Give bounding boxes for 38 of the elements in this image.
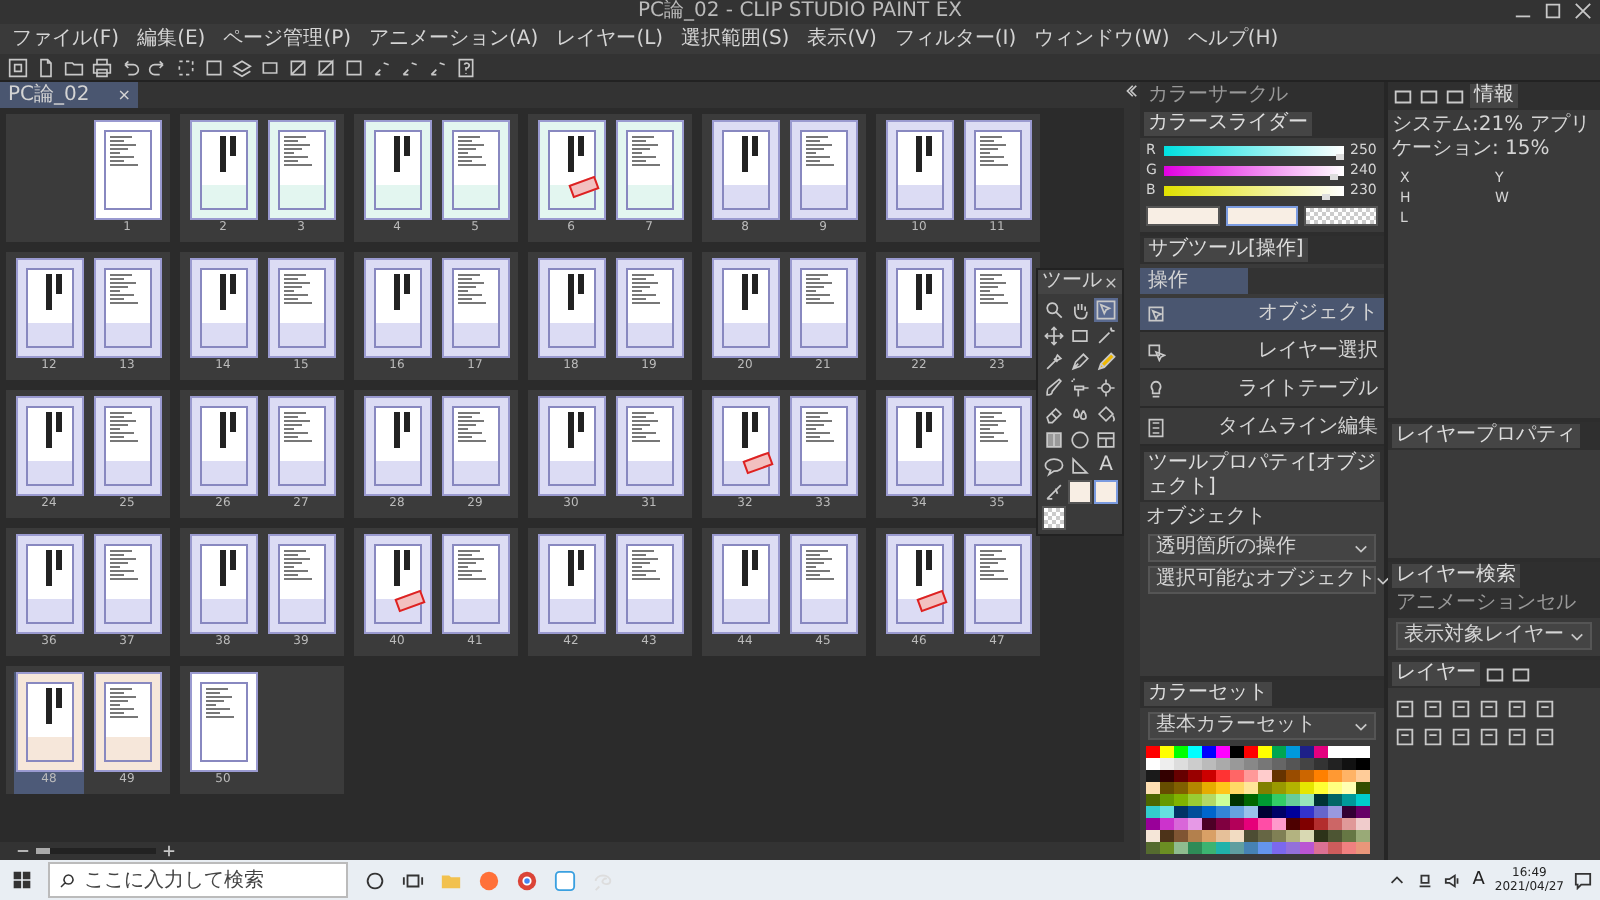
panel-tab[interactable]: レイヤー xyxy=(1392,662,1480,686)
dropdown[interactable]: 表示対象レイヤー xyxy=(1396,622,1592,650)
menu-item[interactable]: 選択範囲(S) xyxy=(681,25,790,53)
menu-item[interactable]: フィルター(I) xyxy=(894,25,1017,53)
document-tab[interactable]: PC論_02 × xyxy=(0,82,139,108)
sub-tool-item[interactable]: ライトテーブル xyxy=(1140,374,1384,408)
panel-tab[interactable]: サブツール[操作] xyxy=(1144,238,1308,262)
palette-title: ツール xyxy=(1042,270,1102,294)
panel-tab[interactable]: カラーセット xyxy=(1144,682,1272,706)
tab-close-button[interactable]: × xyxy=(117,85,131,105)
menu-item[interactable]: ファイル(F) xyxy=(12,25,120,53)
panel-tab[interactable]: レイヤー検索 xyxy=(1392,564,1520,588)
menu-item[interactable]: 編集(E) xyxy=(137,25,206,53)
dropdown[interactable]: 透明箇所の操作 xyxy=(1148,534,1376,562)
panel-tab[interactable]: レイヤープロパティ xyxy=(1392,424,1580,448)
panel-tab[interactable]: カラースライダー xyxy=(1144,112,1312,136)
menu-item[interactable]: レイヤー(L) xyxy=(556,25,664,53)
menu-item[interactable]: 表示(V) xyxy=(807,25,877,53)
usage-text: システム:21% アプリケーション: 15% xyxy=(1390,114,1592,162)
text-tool-button[interactable]: A xyxy=(1094,454,1118,478)
search-field[interactable]: ここに入力して検索 xyxy=(48,862,348,898)
window-title: PC論_02 - CLIP STUDIO PAINT EX xyxy=(637,0,962,24)
sub-tool-item[interactable]: レイヤー選択 xyxy=(1140,336,1384,370)
info-tab[interactable]: 情報 xyxy=(1470,84,1518,108)
menu-item[interactable]: ウィンドウ(W) xyxy=(1034,25,1170,53)
property-heading: オブジェクト xyxy=(1144,506,1268,530)
menu-item[interactable]: ヘルプ(H) xyxy=(1187,25,1279,53)
dropdown[interactable]: 基本カラーセット xyxy=(1148,712,1376,740)
tab-label: PC論_02 xyxy=(8,83,90,107)
menu-item[interactable]: ページ管理(P) xyxy=(223,25,352,53)
panel-tab[interactable]: アニメーションセル xyxy=(1392,592,1580,616)
panel-tab[interactable]: カラーサークル xyxy=(1144,84,1292,108)
sub-tool-item[interactable]: タイムライン編集 xyxy=(1140,412,1384,446)
ime-indicator[interactable]: A xyxy=(1472,870,1485,890)
sub-tool-group-tab[interactable]: 操作 xyxy=(1140,268,1248,294)
panel-tab[interactable]: ツールプロパティ[オブジェクト] xyxy=(1144,452,1380,500)
sub-tool-item[interactable]: オブジェクト xyxy=(1140,298,1384,332)
menu-item[interactable]: アニメーション(A) xyxy=(369,25,539,53)
